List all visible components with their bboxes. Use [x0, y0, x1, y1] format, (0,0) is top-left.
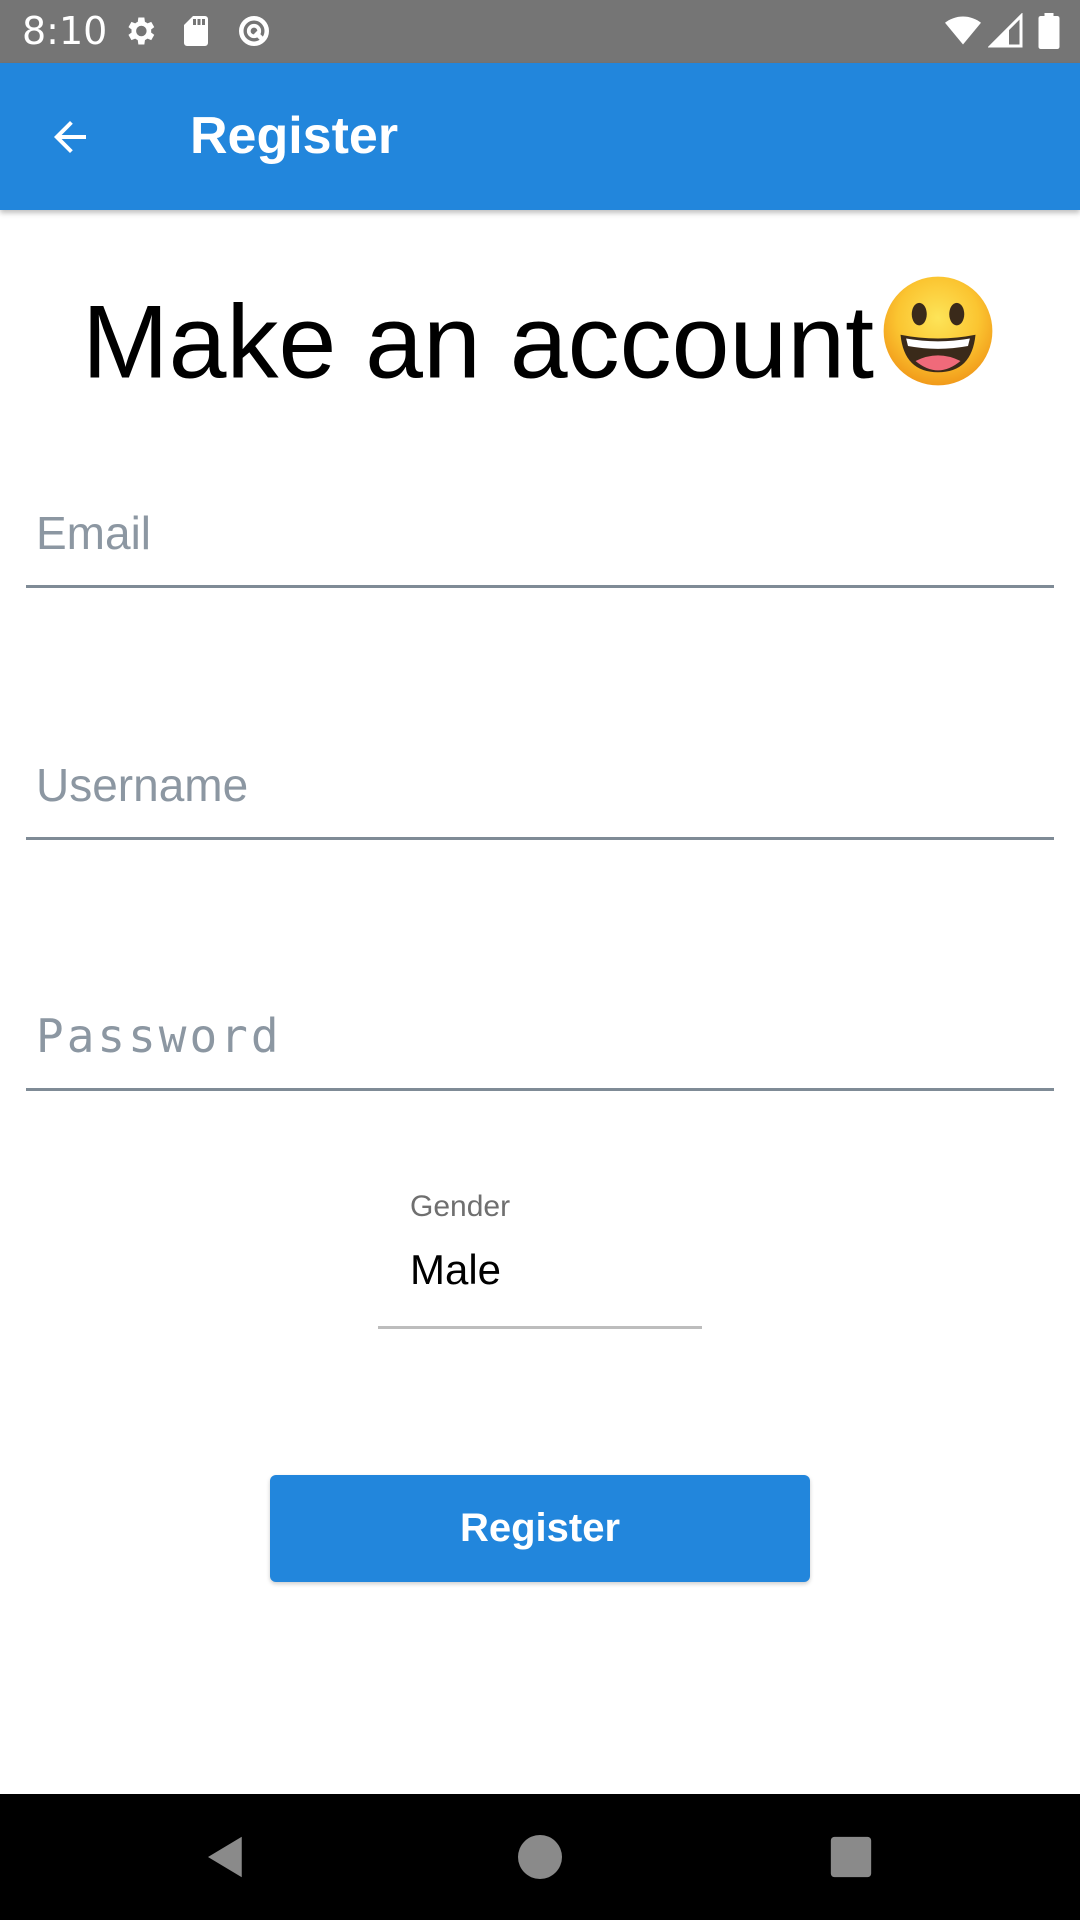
username-field[interactable]: [26, 737, 1054, 840]
register-button[interactable]: Register: [270, 1475, 810, 1582]
gender-label: Gender: [410, 1190, 511, 1223]
recents-square-icon: [830, 1836, 872, 1878]
nav-back-button[interactable]: [190, 1821, 262, 1893]
sync-blocked-icon: [239, 16, 269, 46]
username-input[interactable]: [36, 737, 1036, 833]
wifi-icon: [945, 16, 981, 45]
navigation-bar: [0, 1794, 1080, 1920]
gear-icon: [128, 17, 155, 45]
app-bar: Register: [0, 63, 1080, 210]
back-button[interactable]: [28, 95, 112, 179]
gender-picker[interactable]: Gender Male: [378, 1180, 702, 1329]
sd-card-icon: [184, 16, 208, 46]
back-triangle-icon: [208, 1836, 242, 1878]
home-circle-icon: [518, 1835, 562, 1879]
status-time: 8:10: [22, 9, 108, 53]
password-field[interactable]: [26, 988, 1054, 1091]
gender-value: Male: [410, 1246, 502, 1293]
arrow-back-icon: [54, 121, 86, 153]
email-input[interactable]: [36, 485, 1036, 581]
password-input[interactable]: [36, 988, 1036, 1084]
nav-recents-button[interactable]: [815, 1821, 887, 1893]
email-field[interactable]: [26, 485, 1054, 588]
page-title: Register: [190, 107, 399, 165]
register-screen: 8:10 Register Make an account Email User…: [0, 0, 1080, 1920]
heading: Make an account: [0, 270, 1080, 408]
heading-text: Make an account: [81, 284, 875, 401]
grinning-face-icon: [883, 276, 993, 385]
cell-signal-icon: [988, 13, 1023, 48]
status-bar: 8:10: [0, 0, 1080, 63]
battery-icon: [1038, 13, 1060, 49]
nav-home-button[interactable]: [504, 1821, 576, 1893]
